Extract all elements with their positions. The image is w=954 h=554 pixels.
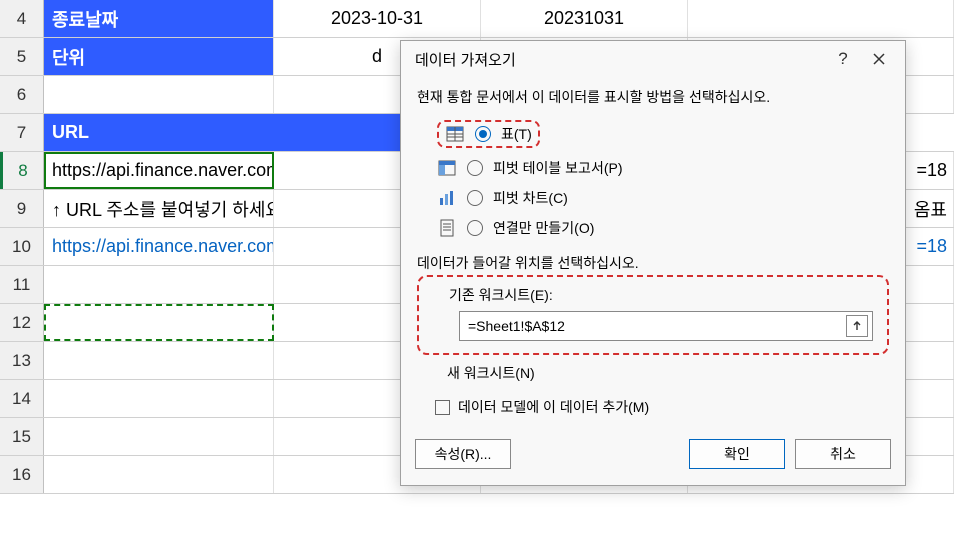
row-number[interactable]: 12 [0,304,44,341]
row-number[interactable]: 16 [0,456,44,493]
cell[interactable] [44,418,274,455]
cancel-button[interactable]: 취소 [795,439,891,469]
range-selector-button[interactable] [846,315,868,337]
pivot-chart-icon [437,190,457,206]
help-button[interactable]: ? [825,44,861,74]
row-number[interactable]: 14 [0,380,44,417]
cell[interactable] [44,304,274,341]
radio-table[interactable] [475,126,491,142]
cell[interactable] [44,456,274,493]
existing-worksheet-block: 기존 워크시트(E): [417,275,889,355]
dialog-titlebar: 데이터 가져오기 ? [401,41,905,77]
row-number[interactable]: 11 [0,266,44,303]
row-number[interactable]: 9 [0,190,44,227]
row-number[interactable]: 4 [0,0,44,37]
instruction-text: 현재 통합 문서에서 이 데이터를 표시할 방법을 선택하십시오. [417,87,889,107]
label-existing-worksheet: 기존 워크시트(E): [449,285,553,305]
close-icon [872,52,886,66]
option-table-row: 표(T) [417,115,889,153]
row-number[interactable]: 7 [0,114,44,151]
row-number[interactable]: 8 [0,152,44,189]
properties-button[interactable]: 속성(R)... [415,439,511,469]
cell[interactable] [688,0,954,37]
option-pivot-row: 피벗 테이블 보고서(P) [417,153,889,183]
cell[interactable]: 20231031 [481,0,688,37]
cell[interactable]: 종료날짜 [44,0,274,37]
pivot-table-icon [437,160,457,176]
label-table: 표(T) [501,124,532,144]
sheet-row: 4종료날짜2023-10-3120231031 [0,0,954,38]
row-number[interactable]: 15 [0,418,44,455]
row-number[interactable]: 10 [0,228,44,265]
cell[interactable] [44,380,274,417]
row-number[interactable]: 5 [0,38,44,75]
collapse-icon [851,320,863,332]
checkbox-data-model[interactable] [435,400,450,415]
dialog-body: 현재 통합 문서에서 이 데이터를 표시할 방법을 선택하십시오. 표(T) 피… [401,77,905,429]
import-data-dialog: 데이터 가져오기 ? 현재 통합 문서에서 이 데이터를 표시할 방법을 선택하… [400,40,906,486]
cell[interactable] [44,76,274,113]
row-number[interactable]: 13 [0,342,44,379]
label-connection-only: 연결만 만들기(O) [493,218,594,238]
radio-pivot[interactable] [467,160,483,176]
label-new-worksheet: 새 워크시트(N) [447,363,535,383]
dialog-footer: 속성(R)... 확인 취소 [401,429,905,485]
ok-button[interactable]: 확인 [689,439,785,469]
radio-connection-only[interactable] [467,220,483,236]
label-data-model: 데이터 모델에 이 데이터 추가(M) [458,397,649,417]
row-number[interactable]: 6 [0,76,44,113]
dialog-title: 데이터 가져오기 [415,49,825,70]
cell[interactable]: https://api.finance.naver.com/ [44,228,274,265]
location-instruction: 데이터가 들어갈 위치를 선택하십시오. [417,253,889,273]
radio-pivot-chart[interactable] [467,190,483,206]
label-pivot-chart: 피벗 차트(C) [493,188,568,208]
cell[interactable]: 2023-10-31 [274,0,481,37]
cell[interactable]: ↑ URL 주소를 붙여넣기 하세요 [44,190,274,227]
connection-icon [437,219,457,237]
cell-reference-input-wrap [459,311,873,341]
close-button[interactable] [861,44,897,74]
option-pivot-chart-row: 피벗 차트(C) [417,183,889,213]
option-connection-only-row: 연결만 만들기(O) [417,213,889,243]
location-section: 데이터가 들어갈 위치를 선택하십시오. 기존 워크시트(E): 새 워크시트(… [417,253,889,383]
cell[interactable] [44,266,274,303]
cell[interactable]: https://api.finance.naver.com/ [44,152,274,189]
cell-reference-input[interactable] [468,318,846,334]
cell[interactable]: 단위 [44,38,274,75]
table-icon [445,126,465,142]
label-pivot: 피벗 테이블 보고서(P) [493,158,622,178]
cell[interactable] [44,342,274,379]
